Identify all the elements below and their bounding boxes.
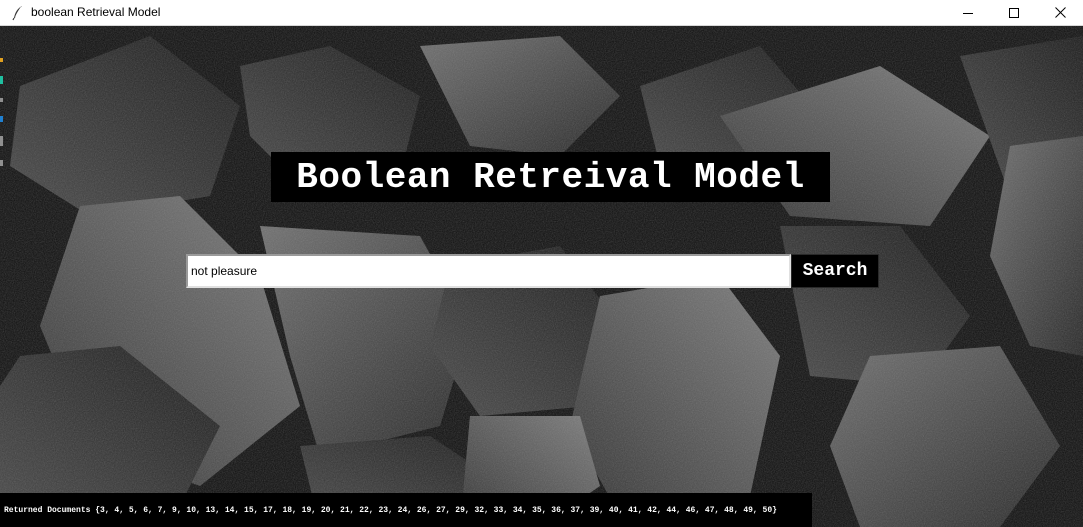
title-bar[interactable]: boolean Retrieval Model xyxy=(0,0,1083,26)
minimize-icon xyxy=(963,12,973,14)
close-icon xyxy=(1054,7,1066,18)
results-panel: Returned Documents {3, 4, 5, 6, 7, 9, 10… xyxy=(0,493,812,527)
window-title: boolean Retrieval Model xyxy=(31,5,161,19)
left-edge-marks xyxy=(0,26,3,226)
close-button[interactable] xyxy=(1037,0,1083,25)
search-input[interactable] xyxy=(186,254,791,288)
maximize-icon xyxy=(1009,7,1019,18)
minimize-button[interactable] xyxy=(945,0,991,25)
feather-icon xyxy=(12,6,22,21)
search-button[interactable]: Search xyxy=(791,254,879,288)
maximize-button[interactable] xyxy=(991,0,1037,25)
app-window: boolean Retrieval Model Boolean Retreiva… xyxy=(0,0,1083,527)
page-title: Boolean Retreival Model xyxy=(296,156,805,198)
heading-panel: Boolean Retreival Model xyxy=(271,152,830,202)
returned-documents-text: Returned Documents {3, 4, 5, 6, 7, 9, 10… xyxy=(4,505,777,515)
